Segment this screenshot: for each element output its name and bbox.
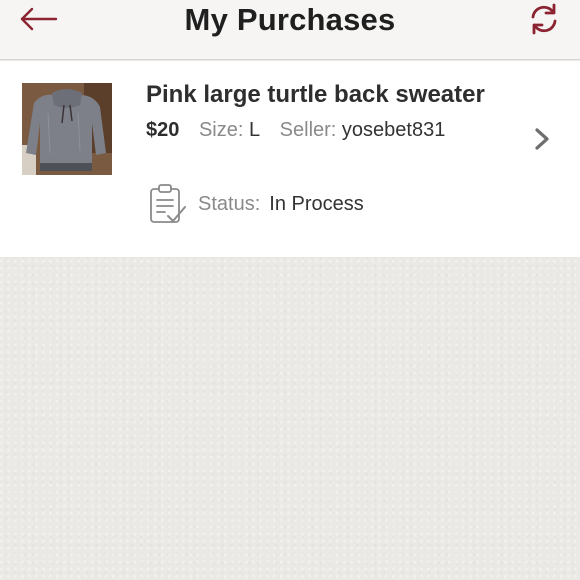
- refresh-button[interactable]: [522, 0, 566, 38]
- clipboard-check-icon: [150, 184, 186, 223]
- size-value: L: [248, 119, 261, 141]
- page-title: My Purchases: [184, 2, 396, 37]
- status-row: Status: In Process: [148, 184, 364, 224]
- seller-label: Seller:: [279, 119, 337, 141]
- purchases-screen: My Purchases Pink large turtle back swea…: [0, 0, 580, 580]
- size-label: Size:: [198, 119, 244, 141]
- app-header: My Purchases: [0, 0, 580, 60]
- item-meta: $20 Size: L Seller: yosebet831: [146, 119, 459, 142]
- chevron-right-icon[interactable]: [532, 127, 552, 151]
- status-value: In Process: [269, 192, 364, 215]
- item-price: $20: [146, 119, 180, 141]
- item-title: Pink large turtle back sweater: [146, 81, 485, 108]
- seller-value: yosebet831: [341, 119, 446, 141]
- refresh-icon: [531, 3, 557, 35]
- item-thumbnail: [22, 83, 112, 175]
- status-label: Status:: [198, 192, 261, 215]
- purchase-card[interactable]: Pink large turtle back sweater $20 Size:…: [0, 61, 580, 257]
